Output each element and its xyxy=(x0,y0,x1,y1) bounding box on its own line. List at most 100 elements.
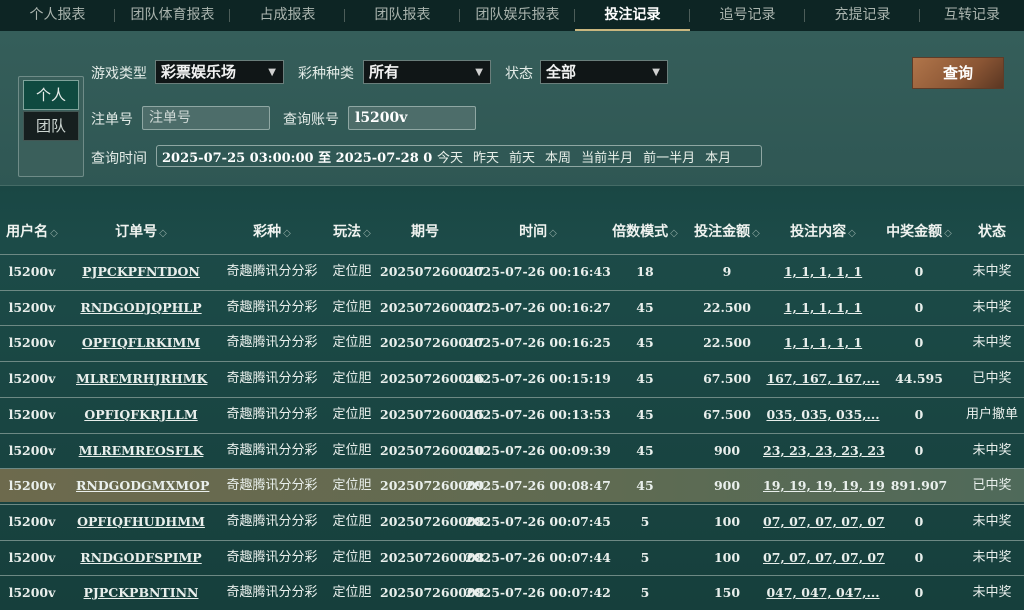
bet-content-link[interactable]: 19, 19, 19, 19, 19 xyxy=(763,469,885,503)
order-number-link[interactable]: OPFIQFLRKIMM xyxy=(76,326,206,360)
quick-date-1[interactable]: 今天 xyxy=(432,147,468,166)
column-header-7[interactable]: 倍数模式 ◇ xyxy=(610,212,680,252)
column-header-6[interactable]: 时间 ◇ xyxy=(463,212,613,252)
query-account-input[interactable]: l5200v xyxy=(348,106,476,130)
table-row: l5200v OPFIQFLRKIMM 奇趣腾讯分分彩 定位胆 202507260017… xyxy=(0,325,1024,359)
lottery-type-select[interactable]: 所有 ▼ xyxy=(363,60,491,84)
sort-icon[interactable]: ◇ xyxy=(50,228,58,239)
quick-date-6[interactable]: 前一半月 xyxy=(638,147,700,166)
column-header-3[interactable]: 彩种 ◇ xyxy=(222,212,322,252)
order-number-link[interactable]: MLREMRHJRHMK xyxy=(76,362,207,396)
bet-amount-cell: 22.500 xyxy=(703,300,751,315)
chevron-down-icon: ▼ xyxy=(652,67,660,78)
order-number-label: 注单号 xyxy=(91,112,133,128)
play-type-cell: 定位胆 xyxy=(332,335,372,350)
time-cell: 2025-07-26 00:16:25 xyxy=(465,335,611,350)
lottery-cell: 奇趣腾讯分分彩 xyxy=(226,478,318,493)
sort-icon[interactable]: ◇ xyxy=(363,228,371,239)
sort-icon[interactable]: ◇ xyxy=(944,228,952,239)
username-cell: l5200v xyxy=(8,371,56,386)
order-number-link[interactable]: RNDGODFSPIMP xyxy=(76,541,206,575)
tab-3[interactable]: 占成报表 xyxy=(230,0,345,31)
status-select[interactable]: 全部 ▼ xyxy=(540,60,668,84)
tab-7[interactable]: 追号记录 xyxy=(690,0,805,31)
column-header-label: 时间 xyxy=(519,224,548,240)
bet-content-link[interactable]: 07, 07, 07, 07, 07 xyxy=(763,541,885,575)
quick-date-2[interactable]: 昨天 xyxy=(468,147,504,166)
column-header-10[interactable]: 中奖金额 ◇ xyxy=(879,212,959,252)
sort-icon[interactable]: ◇ xyxy=(549,228,557,239)
username-cell: l5200v xyxy=(8,478,56,493)
sort-icon[interactable]: ◇ xyxy=(670,228,678,239)
date-range-value[interactable]: 2025-07-25 03:00:00 至 2025-07-28 03:00:0 xyxy=(157,147,432,166)
order-number-link[interactable]: OPFIQFHUDHMM xyxy=(76,505,206,539)
sort-icon[interactable]: ◇ xyxy=(848,228,856,239)
username-cell: l5200v xyxy=(8,335,56,350)
username-cell: l5200v xyxy=(8,550,56,565)
tab-9[interactable]: 互转记录 xyxy=(920,0,1024,31)
column-header-9[interactable]: 投注内容 ◇ xyxy=(763,212,883,252)
bet-content-link[interactable]: 167, 167, 167,... xyxy=(763,362,883,396)
bet-content-link[interactable]: 1, 1, 1, 1, 1 xyxy=(763,326,883,360)
query-time-label: 查询时间 xyxy=(91,151,147,167)
bet-amount-cell: 22.500 xyxy=(703,335,751,350)
column-header-8[interactable]: 投注金额 ◇ xyxy=(687,212,767,252)
lottery-cell: 奇趣腾讯分分彩 xyxy=(226,407,318,422)
query-button[interactable]: 查询 xyxy=(912,57,1004,89)
bet-amount-cell: 150 xyxy=(713,585,741,600)
bet-content-link[interactable]: 047, 047, 047,... xyxy=(763,576,883,610)
status-cell: 已中奖 xyxy=(972,478,1012,493)
order-number-link[interactable]: MLREMREOSFLK xyxy=(76,434,206,468)
tab-2[interactable]: 团队体育报表 xyxy=(115,0,230,31)
quick-date-3[interactable]: 前天 xyxy=(504,147,540,166)
win-amount-cell: 0 xyxy=(914,550,924,565)
table-row: l5200v MLREMRHJRHMK 奇趣腾讯分分彩 定位胆 202507260016… xyxy=(0,361,1024,395)
sort-icon[interactable]: ◇ xyxy=(283,228,291,239)
game-type-select[interactable]: 彩票娱乐场 ▼ xyxy=(155,60,284,84)
quick-date-5[interactable]: 当前半月 xyxy=(576,147,638,166)
column-header-1[interactable]: 用户名 ◇ xyxy=(0,212,64,252)
bet-content-link[interactable]: 1, 1, 1, 1, 1 xyxy=(763,255,883,289)
bet-amount-cell: 67.500 xyxy=(703,371,751,386)
personal-button[interactable]: 个人 xyxy=(23,80,79,110)
table-row: l5200v MLREMREOSFLK 奇趣腾讯分分彩 定位胆 202507260010… xyxy=(0,433,1024,467)
bet-content-link[interactable]: 035, 035, 035,... xyxy=(763,398,883,432)
order-number-link[interactable]: OPFIQFKRJLLM xyxy=(76,398,206,432)
multiplier-cell: 45 xyxy=(636,371,654,386)
time-cell: 2025-07-26 00:07:42 xyxy=(465,585,611,600)
column-header-2[interactable]: 订单号 ◇ xyxy=(76,212,206,252)
tab-1[interactable]: 个人报表 xyxy=(0,0,115,31)
username-cell: l5200v xyxy=(8,443,56,458)
order-number-link[interactable]: RNDGODJQPHLP xyxy=(76,291,206,325)
quick-date-7[interactable]: 本月 xyxy=(700,147,736,166)
table-row: l5200v RNDGODJQPHLP 奇趣腾讯分分彩 定位胆 202507260017… xyxy=(0,290,1024,324)
order-number-link[interactable]: PJPCKPBNTINN xyxy=(76,576,206,610)
order-number-input[interactable]: 注单号 xyxy=(142,106,270,130)
bet-content-link[interactable]: 07, 07, 07, 07, 07 xyxy=(763,505,885,539)
lottery-type-value: 所有 xyxy=(369,63,400,81)
status-cell: 未中奖 xyxy=(972,550,1012,565)
lottery-cell: 奇趣腾讯分分彩 xyxy=(226,371,318,386)
play-type-cell: 定位胆 xyxy=(332,300,372,315)
order-number-link[interactable]: PJPCKPFNTDON xyxy=(76,255,206,289)
period-cell: 202507260009 xyxy=(380,478,485,493)
lottery-cell: 奇趣腾讯分分彩 xyxy=(226,300,318,315)
column-header-label: 彩种 xyxy=(253,224,282,240)
period-cell: 202507260017 xyxy=(380,300,485,315)
order-number-link[interactable]: RNDGODGMXMOP xyxy=(76,469,209,503)
bet-content-link[interactable]: 23, 23, 23, 23, 23 xyxy=(763,434,885,468)
quick-date-4[interactable]: 本周 xyxy=(540,147,576,166)
tab-5[interactable]: 团队娱乐报表 xyxy=(460,0,575,31)
sort-icon[interactable]: ◇ xyxy=(159,228,167,239)
multiplier-cell: 45 xyxy=(636,300,654,315)
team-button[interactable]: 团队 xyxy=(23,111,79,141)
query-time-range[interactable]: 2025-07-25 03:00:00 至 2025-07-28 03:00:0… xyxy=(156,145,762,167)
tab-4[interactable]: 团队报表 xyxy=(345,0,460,31)
bet-content-link[interactable]: 1, 1, 1, 1, 1 xyxy=(763,291,883,325)
time-cell: 2025-07-26 00:16:43 xyxy=(465,264,611,279)
tab-8[interactable]: 充提记录 xyxy=(805,0,920,31)
chevron-down-icon: ▼ xyxy=(268,67,276,78)
sort-icon[interactable]: ◇ xyxy=(752,228,760,239)
tab-6[interactable]: 投注记录 xyxy=(575,0,690,31)
bet-amount-cell: 100 xyxy=(713,514,741,529)
